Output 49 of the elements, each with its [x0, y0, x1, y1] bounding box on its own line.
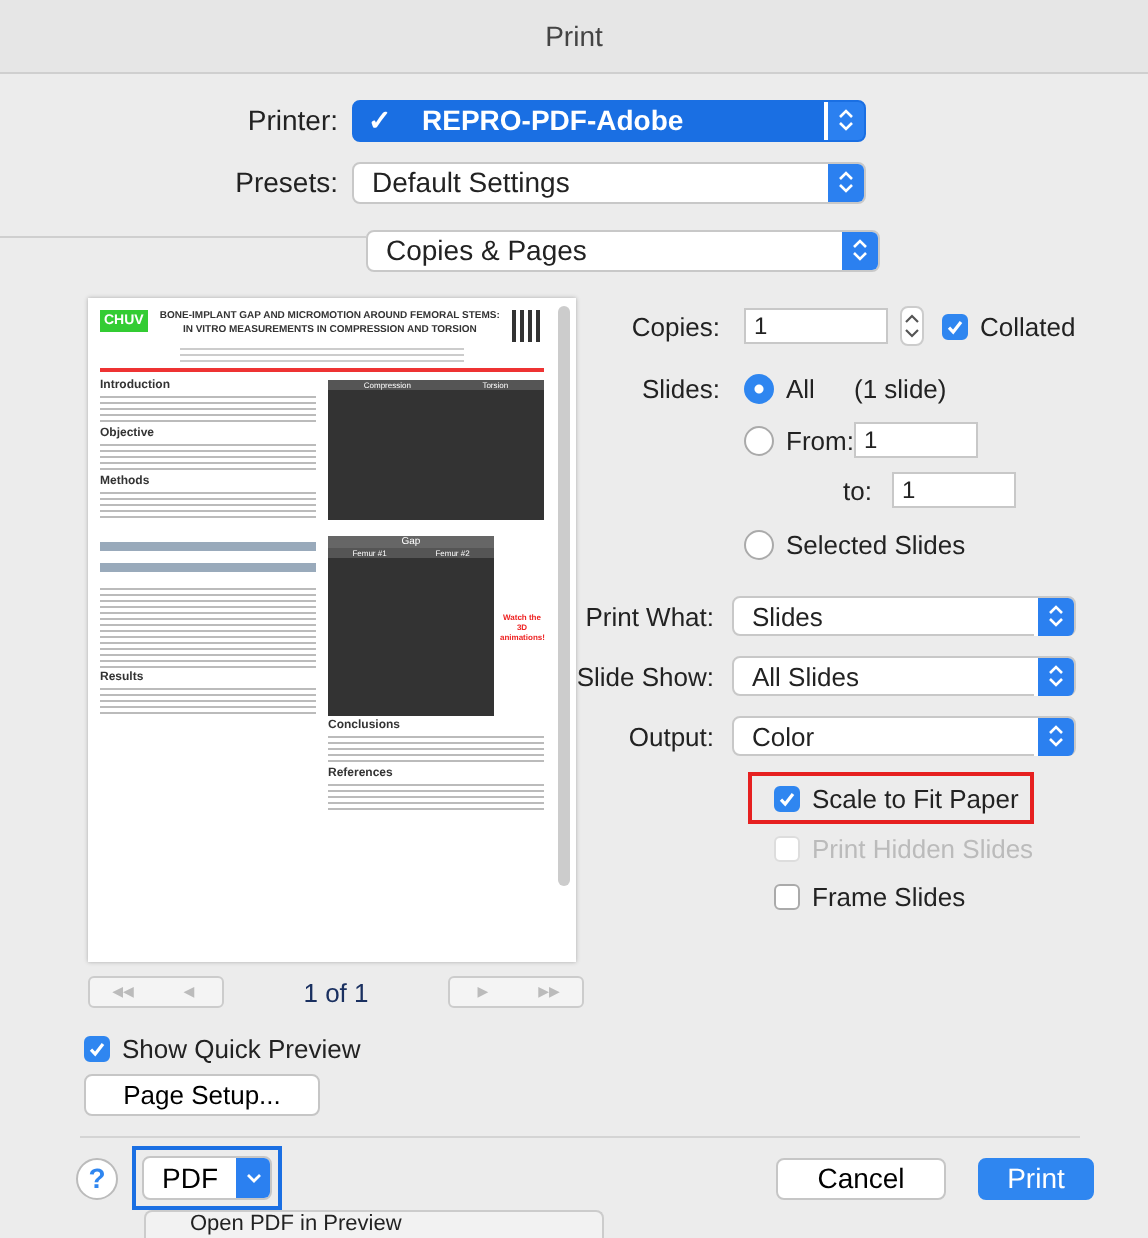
copies-field[interactable]: 1: [744, 308, 888, 344]
slide-count: (1 slide): [854, 373, 947, 403]
select-popup[interactable]: All Slides: [732, 656, 1076, 696]
stepper-icon: [824, 101, 864, 139]
stepper-icon: [824, 163, 864, 201]
stepper-icon: [1034, 657, 1074, 695]
checkbox-label: Frame Slides: [812, 881, 966, 911]
printer-popup[interactable]: ✓ REPRO-PDF-Adobe: [352, 99, 866, 141]
from-field[interactable]: 1: [854, 422, 978, 458]
radio-button[interactable]: [744, 529, 774, 559]
help-button[interactable]: ?: [76, 1157, 118, 1199]
radio-label: From:: [786, 425, 854, 455]
stepper-icon: [1034, 597, 1074, 635]
presets-popup[interactable]: Default Settings: [352, 161, 866, 203]
stepper-icon: [1034, 717, 1074, 755]
stepper-icon[interactable]: [900, 306, 924, 346]
page-setup-button[interactable]: Page Setup...: [84, 1074, 320, 1116]
copies-label: Copies:: [629, 311, 722, 341]
quick-preview-label: Show Quick Preview: [122, 1034, 361, 1064]
collated-label: Collated: [980, 311, 1076, 341]
printer-label: Printer:: [245, 104, 340, 136]
quick-preview-checkbox[interactable]: [84, 1036, 110, 1062]
select-popup[interactable]: Color: [732, 716, 1076, 756]
select-label: Output:: [626, 721, 716, 751]
to-label: to:: [841, 475, 874, 505]
window-title: Print: [545, 20, 603, 52]
collated-checkbox[interactable]: [942, 313, 968, 339]
stepper-icon: [838, 231, 878, 269]
scrollbar[interactable]: [558, 306, 570, 886]
pdf-menu-button[interactable]: PDF: [142, 1156, 272, 1200]
to-field[interactable]: 1: [892, 472, 1016, 508]
radio-label: Selected Slides: [786, 529, 966, 559]
select-popup[interactable]: Slides: [732, 596, 1076, 636]
section-popup[interactable]: Copies & Pages: [366, 229, 880, 271]
checkbox[interactable]: [774, 785, 800, 811]
print-button[interactable]: Print: [978, 1157, 1094, 1199]
slides-label: Slides:: [639, 373, 722, 403]
cancel-button[interactable]: Cancel: [776, 1157, 946, 1199]
select-label: Print What:: [583, 601, 716, 631]
chevron-down-icon: [236, 1158, 270, 1198]
checkbox-label: Scale to Fit Paper: [812, 783, 1019, 813]
checkbox[interactable]: [774, 883, 800, 909]
menu-item[interactable]: Open PDF in Preview: [146, 1212, 602, 1238]
page-count: 1 of 1: [301, 977, 371, 1007]
radio-label: All: [786, 373, 817, 403]
radio-button[interactable]: [744, 373, 774, 403]
select-label: Slide Show:: [574, 661, 716, 691]
radio-button[interactable]: [744, 425, 774, 455]
presets-label: Presets:: [233, 166, 340, 198]
